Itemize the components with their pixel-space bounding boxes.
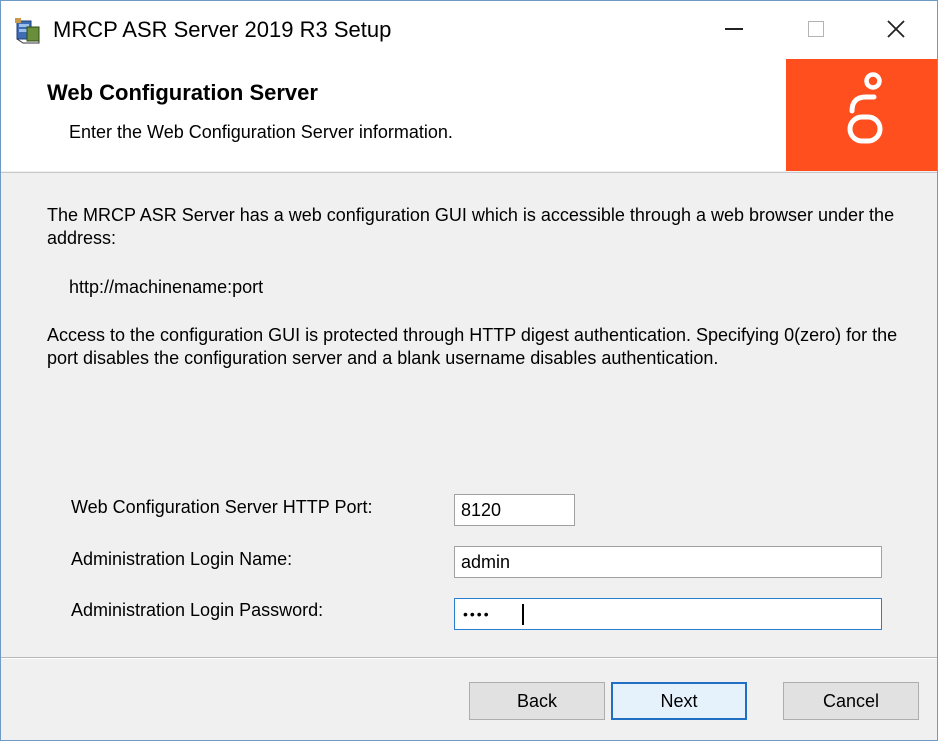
address-text: http://machinename:port bbox=[69, 277, 264, 297]
page-title: Web Configuration Server bbox=[47, 80, 318, 105]
banner-divider bbox=[1, 172, 937, 173]
password-mask: •••• bbox=[463, 606, 491, 622]
page-subtitle: Enter the Web Configuration Server infor… bbox=[69, 122, 453, 142]
text-caret bbox=[522, 604, 524, 625]
maximize-icon bbox=[808, 21, 824, 37]
close-icon bbox=[887, 20, 905, 38]
close-button[interactable] bbox=[851, 1, 937, 57]
password-label: Administration Login Password: bbox=[71, 600, 324, 620]
login-name-label: Administration Login Name: bbox=[71, 549, 293, 569]
password-input[interactable]: •••• bbox=[454, 598, 882, 630]
description-paragraph: The MRCP ASR Server has a web configurat… bbox=[47, 205, 895, 248]
minimize-button[interactable] bbox=[689, 1, 779, 57]
cancel-button[interactable]: Cancel bbox=[783, 682, 919, 720]
genesys-logo bbox=[786, 59, 937, 171]
authentication-paragraph: Access to the configuration GUI is prote… bbox=[47, 325, 898, 368]
genesys-logo-icon bbox=[847, 72, 883, 144]
back-button[interactable]: Back bbox=[469, 682, 605, 720]
header-banner: Web Configuration Server Enter the Web C… bbox=[1, 57, 937, 171]
port-input[interactable]: 8120 bbox=[454, 494, 575, 526]
footer-divider-highlight bbox=[1, 658, 937, 659]
login-name-input[interactable]: admin bbox=[454, 546, 882, 578]
port-label: Web Configuration Server HTTP Port: bbox=[71, 497, 373, 517]
next-button[interactable]: Next bbox=[611, 682, 747, 720]
setup-window: MRCP ASR Server 2019 R3 Setup Web Config… bbox=[0, 0, 938, 741]
maximize-button[interactable] bbox=[771, 1, 861, 57]
minimize-icon bbox=[725, 28, 743, 30]
window-title: MRCP ASR Server 2019 R3 Setup bbox=[53, 17, 392, 42]
installer-icon bbox=[15, 18, 40, 44]
title-bar: MRCP ASR Server 2019 R3 Setup bbox=[1, 1, 937, 57]
